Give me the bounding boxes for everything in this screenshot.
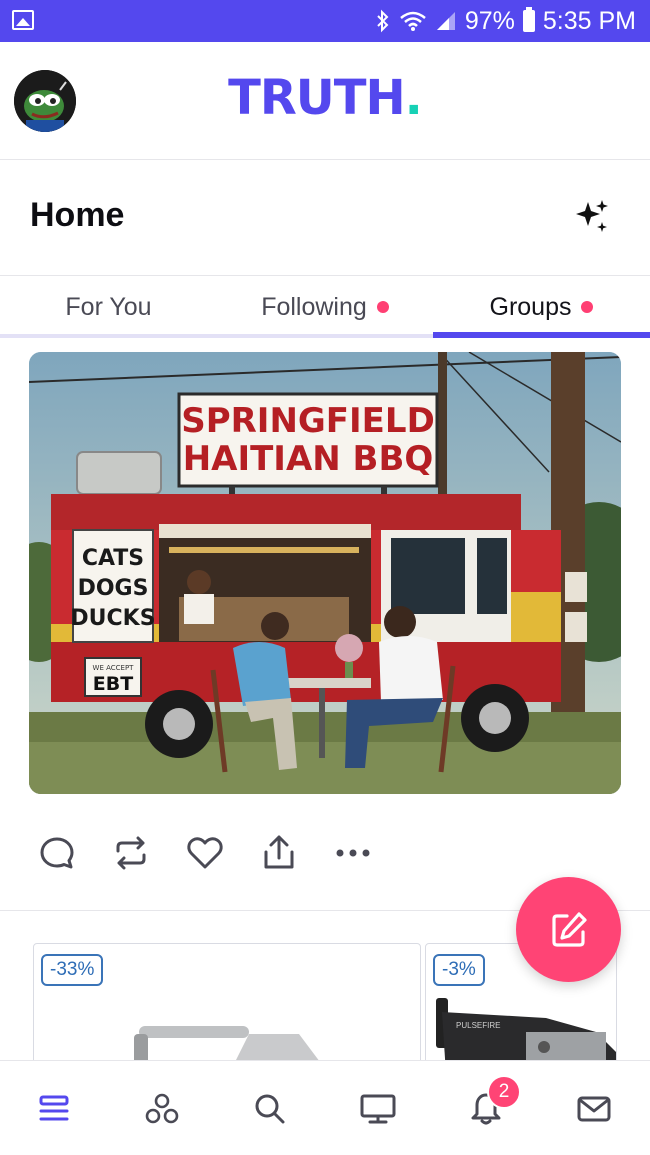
tab-label: Following bbox=[261, 292, 367, 321]
active-tab-indicator bbox=[433, 332, 650, 338]
page-header: Home bbox=[0, 160, 650, 276]
menu-text-3: DUCKS bbox=[70, 606, 155, 631]
compose-button[interactable] bbox=[516, 877, 621, 982]
like-icon[interactable] bbox=[186, 834, 224, 872]
sign-text-line-1: SPRINGFIELD bbox=[181, 401, 435, 441]
ebt-small-text: WE ACCEPT bbox=[93, 664, 135, 672]
feed-icon[interactable] bbox=[29, 1087, 79, 1131]
wifi-icon bbox=[400, 11, 426, 31]
repost-icon[interactable] bbox=[112, 834, 150, 872]
battery-icon bbox=[522, 7, 535, 32]
compose-icon bbox=[551, 911, 587, 947]
more-icon[interactable] bbox=[334, 834, 372, 872]
groups-icon[interactable] bbox=[137, 1087, 187, 1131]
logo-dot: . bbox=[404, 70, 423, 126]
sparkles-icon[interactable] bbox=[572, 196, 612, 236]
clock: 5:35 PM bbox=[542, 6, 636, 35]
app-header: TRUTH. bbox=[0, 42, 650, 160]
tab-for-you[interactable]: For You bbox=[0, 276, 217, 338]
share-icon[interactable] bbox=[260, 834, 298, 872]
page-title: Home bbox=[30, 196, 125, 234]
unread-dot bbox=[581, 301, 594, 313]
unread-dot bbox=[376, 301, 389, 313]
menu-text-2: DOGS bbox=[78, 576, 149, 601]
post-image[interactable]: SPRINGFIELD HAITIAN BBQ CATS DOGS DUCKS … bbox=[29, 352, 621, 794]
tv-icon[interactable] bbox=[353, 1087, 403, 1131]
discount-badge: -33% bbox=[41, 954, 104, 986]
discount-badge: -3% bbox=[433, 954, 485, 986]
status-bar-right: 97% 5:35 PM bbox=[375, 0, 636, 42]
ebt-text: EBT bbox=[93, 673, 133, 695]
menu-text-1: CATS bbox=[82, 546, 144, 571]
reply-icon[interactable] bbox=[38, 834, 76, 872]
status-bar: 97% 5:35 PM bbox=[0, 0, 650, 42]
tab-label: For You bbox=[65, 292, 152, 321]
messages-icon[interactable] bbox=[569, 1087, 619, 1131]
logo-text: TRUTH bbox=[228, 70, 406, 126]
tab-label: Groups bbox=[489, 292, 572, 321]
tab-following[interactable]: Following bbox=[217, 276, 433, 338]
notifications-icon[interactable]: 2 bbox=[461, 1075, 521, 1131]
gallery-icon bbox=[12, 10, 34, 30]
bottom-nav: 2 bbox=[0, 1060, 650, 1155]
bluetooth-icon bbox=[377, 9, 389, 33]
search-icon[interactable] bbox=[245, 1087, 295, 1131]
notification-count-badge: 2 bbox=[487, 1075, 521, 1109]
ad-card[interactable]: -33% bbox=[33, 943, 421, 1073]
ad-product-text: PULSEFIRE bbox=[456, 1021, 500, 1030]
post-actions bbox=[38, 830, 372, 876]
signal-icon bbox=[436, 12, 455, 30]
battery-percent: 97% bbox=[464, 6, 515, 35]
truth-logo: TRUTH. bbox=[0, 70, 650, 126]
sign-text-line-2: HAITIAN BBQ bbox=[183, 439, 434, 479]
tab-groups[interactable]: Groups bbox=[433, 276, 650, 338]
feed-tabs: For You Following Groups bbox=[0, 276, 650, 338]
